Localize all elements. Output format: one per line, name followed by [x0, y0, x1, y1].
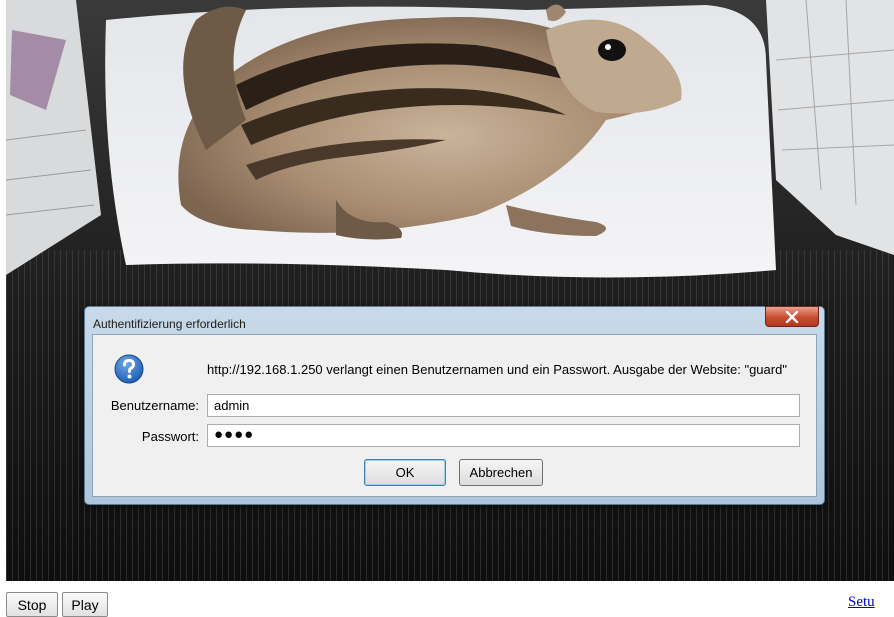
auth-message: http://192.168.1.250 verlangt einen Benu…: [207, 362, 787, 377]
password-label: Passwort:: [141, 429, 199, 444]
setup-link[interactable]: Setu: [848, 594, 875, 611]
cancel-button[interactable]: Abbrechen: [459, 459, 543, 486]
password-input[interactable]: ●●●●: [207, 424, 800, 447]
auth-dialog: Authentifizierung erforderlich http://19…: [84, 306, 825, 505]
play-button[interactable]: Play: [62, 592, 108, 617]
ok-button[interactable]: OK: [364, 459, 446, 486]
dialog-titlebar[interactable]: Authentifizierung erforderlich: [85, 306, 824, 334]
close-button[interactable]: [765, 306, 819, 327]
dialog-title: Authentifizierung erforderlich: [93, 317, 246, 331]
stop-button[interactable]: Stop: [6, 592, 58, 617]
question-mark-icon: [114, 354, 144, 384]
dialog-body: http://192.168.1.250 verlangt einen Benu…: [92, 334, 817, 497]
username-input[interactable]: admin: [207, 394, 800, 417]
close-x-icon: [785, 310, 799, 323]
username-label: Benutzername:: [110, 398, 199, 413]
